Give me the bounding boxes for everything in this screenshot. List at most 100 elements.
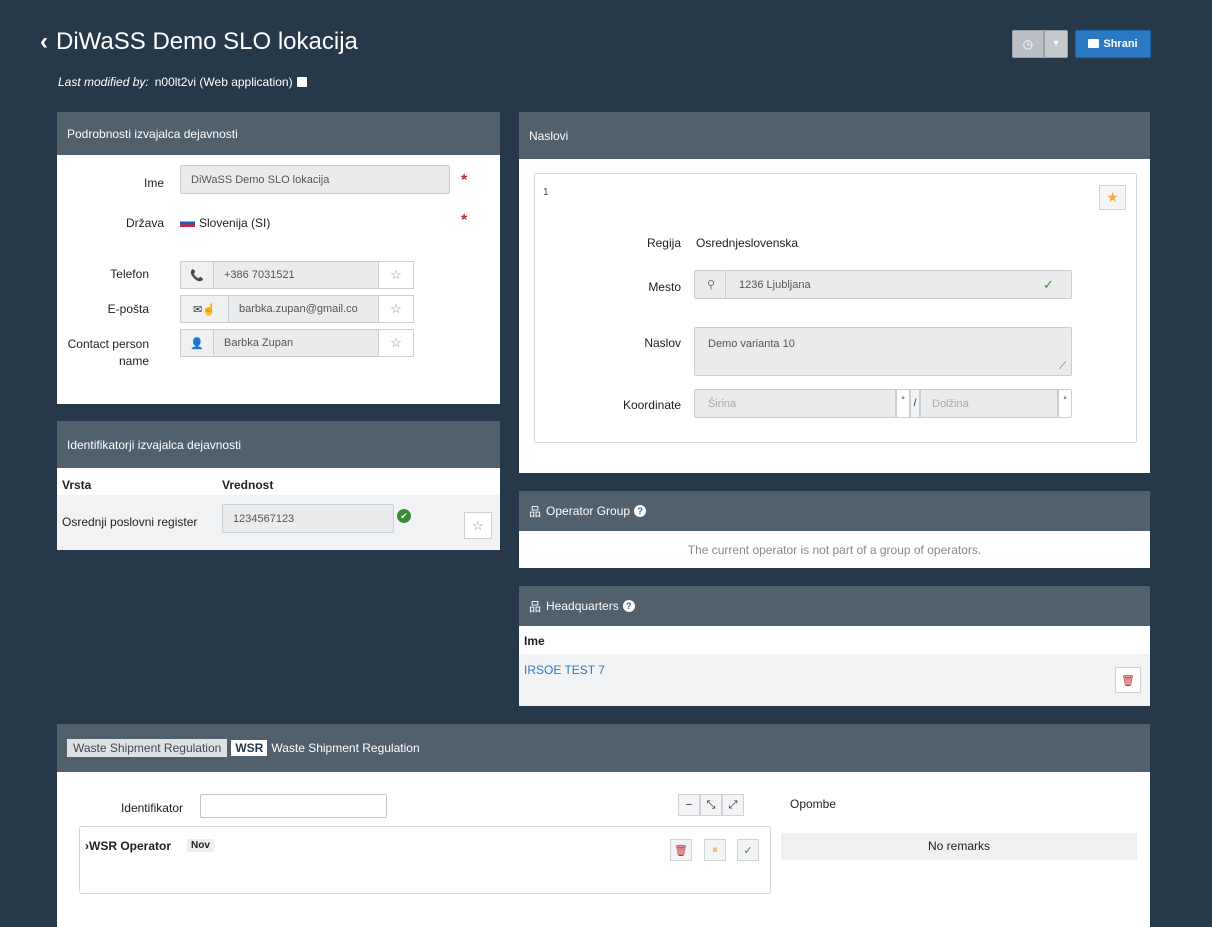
wsr-panel: Waste Shipment Regulation WSR Waste Shipme… bbox=[57, 724, 1150, 927]
identifier-value-input[interactable]: 1234567123 bbox=[222, 504, 394, 533]
primary-star-icon[interactable]: ★ bbox=[1099, 185, 1126, 210]
last-modified: Last modified by: n00lt2vi (Web applicati… bbox=[58, 75, 307, 89]
address-value: Demo varianta 10 bbox=[708, 338, 795, 350]
help-icon[interactable]: ? bbox=[622, 600, 635, 612]
sitemap-icon: 品 bbox=[529, 599, 542, 614]
email-icon: ✉☝ bbox=[180, 295, 229, 323]
name-column-header: Ime bbox=[524, 634, 545, 648]
identifier-label: Identifikator bbox=[120, 801, 183, 815]
save-button[interactable]: Shrani bbox=[1075, 30, 1151, 58]
panel-title: Identifikatorji izvajalca dejavnosti bbox=[67, 437, 242, 452]
degree-addon: ° bbox=[896, 389, 910, 418]
star-icon[interactable]: ☆ bbox=[378, 261, 414, 289]
coords-separator: / bbox=[910, 389, 920, 418]
no-remarks: No remarks bbox=[781, 833, 1137, 860]
last-modified-label: Last modified by: bbox=[58, 75, 149, 89]
degree-addon: ° bbox=[1058, 389, 1072, 418]
email-input[interactable]: barbka.zupan@gmail.co bbox=[228, 295, 379, 323]
user-icon: 👤 bbox=[180, 329, 214, 357]
address-textarea[interactable]: Demo varianta 10 ⟋ bbox=[694, 327, 1072, 376]
delete-icon[interactable]: 🗑 bbox=[1115, 667, 1141, 693]
longitude-input[interactable]: Dolžina bbox=[920, 389, 1058, 418]
resize-handle-icon[interactable]: ⟋ bbox=[1059, 361, 1066, 372]
contact-input[interactable]: Barbka Zupan bbox=[213, 329, 379, 357]
clock-icon: ◷ bbox=[1022, 37, 1034, 51]
name-label: Ime bbox=[143, 176, 164, 190]
identifier-input[interactable] bbox=[200, 794, 387, 818]
addresses-panel: Naslovi 1 ★ Regija Osrednjeslovenska Mes… bbox=[519, 112, 1150, 473]
star-icon[interactable]: ☆ bbox=[464, 512, 492, 539]
contact-label-line2: name bbox=[118, 354, 149, 368]
pause-icon[interactable]: ⏸ bbox=[704, 839, 726, 861]
country-value[interactable]: Slovenija (SI) bbox=[180, 216, 270, 230]
panel-header: 品 Headquarters? bbox=[519, 586, 1150, 626]
panel-title: Headquarters bbox=[546, 599, 619, 613]
panel-title: Naslovi bbox=[529, 128, 569, 143]
headquarters-panel: 品 Headquarters? Ime IRSOE TEST 7 🗑 bbox=[519, 586, 1150, 706]
expand-icon[interactable]: ⤢ bbox=[722, 794, 744, 816]
help-icon[interactable]: ? bbox=[634, 505, 647, 517]
check-icon: ✓ bbox=[1043, 277, 1054, 292]
page-title: DiWaSS Demo SLO lokacija bbox=[56, 28, 358, 55]
region-value: Osrednjeslovenska bbox=[696, 236, 799, 250]
address-label: Naslov bbox=[644, 336, 681, 350]
history-dropdown-button[interactable]: ▾ bbox=[1044, 30, 1068, 58]
page-title-area: ‹ DiWaSS Demo SLO lokacija bbox=[40, 28, 358, 56]
sitemap-icon: 品 bbox=[529, 504, 542, 519]
delete-icon[interactable]: 🗑 bbox=[670, 839, 692, 861]
contact-label-line1: Contact person bbox=[67, 337, 149, 351]
operator-group-message: The current operator is not part of a gr… bbox=[687, 543, 982, 557]
wsr-operator-card bbox=[79, 826, 771, 894]
last-modified-value: n00lt2vi (Web application) bbox=[154, 75, 293, 89]
required-icon: * bbox=[461, 172, 468, 189]
panel-title: Operator Group bbox=[546, 504, 631, 518]
region-label: Regija bbox=[646, 236, 681, 250]
search-icon: ⚲ bbox=[707, 279, 716, 291]
longitude-placeholder: Dolžina bbox=[932, 398, 969, 410]
latitude-placeholder: Širina bbox=[708, 398, 737, 410]
minimize-icon[interactable]: − bbox=[678, 794, 700, 816]
value-column-header: Vrednost bbox=[222, 478, 274, 492]
email-label: E-pošta bbox=[107, 302, 149, 316]
open-external-icon[interactable] bbox=[296, 77, 307, 87]
country-text: Slovenija (SI) bbox=[199, 216, 271, 230]
panel-title: Podrobnosti izvajalca dejavnosti bbox=[67, 126, 238, 141]
wsr-abbr-badge: WSR bbox=[231, 740, 268, 756]
new-badge: Nov bbox=[187, 839, 214, 852]
city-input[interactable]: ⚲ 1236 Ljubljana ✓ bbox=[694, 270, 1072, 299]
table-row bbox=[519, 654, 1150, 706]
phone-input[interactable]: +386 7031521 bbox=[213, 261, 379, 289]
history-button[interactable]: ◷ bbox=[1012, 30, 1044, 58]
panel-header: Identifikatorji izvajalca dejavnosti bbox=[57, 421, 500, 468]
phone-label: Telefon bbox=[110, 267, 149, 281]
collapse-icon[interactable]: ⤡ bbox=[700, 794, 722, 816]
headquarters-link[interactable]: IRSOE TEST 7 bbox=[524, 663, 605, 677]
city-label: Mesto bbox=[648, 280, 681, 294]
star-icon[interactable]: ☆ bbox=[378, 329, 414, 357]
latitude-input[interactable]: Širina bbox=[694, 389, 896, 418]
save-icon bbox=[1088, 39, 1100, 48]
identifiers-panel: Identifikatorji izvajalca dejavnosti Vrs… bbox=[57, 421, 500, 550]
operator-details-panel: Podrobnosti izvajalca dejavnosti Ime DiW… bbox=[57, 112, 500, 404]
required-icon: * bbox=[461, 212, 468, 229]
caret-down-icon: ▾ bbox=[1053, 38, 1059, 49]
panel-header: Podrobnosti izvajalca dejavnosti bbox=[57, 112, 500, 155]
save-label: Shrani bbox=[1103, 38, 1138, 50]
type-column-header: Vrsta bbox=[62, 478, 92, 492]
slovenia-flag-icon bbox=[180, 219, 195, 227]
city-value: 1236 Ljubljana bbox=[739, 279, 811, 291]
identifier-type: Osrednji poslovni register bbox=[62, 515, 198, 529]
panel-header: Naslovi bbox=[519, 112, 1150, 159]
panel-header: 品 Operator Group? bbox=[519, 491, 1150, 531]
coordinates-label: Koordinate bbox=[622, 398, 681, 412]
panel-header: Waste Shipment Regulation WSR Waste Shipme… bbox=[57, 724, 1150, 772]
divider bbox=[725, 271, 726, 298]
name-input[interactable]: DiWaSS Demo SLO lokacija bbox=[180, 165, 450, 194]
country-label: Država bbox=[125, 216, 164, 230]
star-icon[interactable]: ☆ bbox=[378, 295, 414, 323]
back-chevron-icon[interactable]: ‹ bbox=[40, 28, 48, 55]
wsr-tag: Waste Shipment Regulation bbox=[67, 739, 228, 757]
wsr-operator-text: WSR Operator bbox=[89, 839, 172, 853]
approve-icon[interactable]: ✓ bbox=[737, 839, 759, 861]
remarks-label: Opombe bbox=[790, 797, 837, 811]
